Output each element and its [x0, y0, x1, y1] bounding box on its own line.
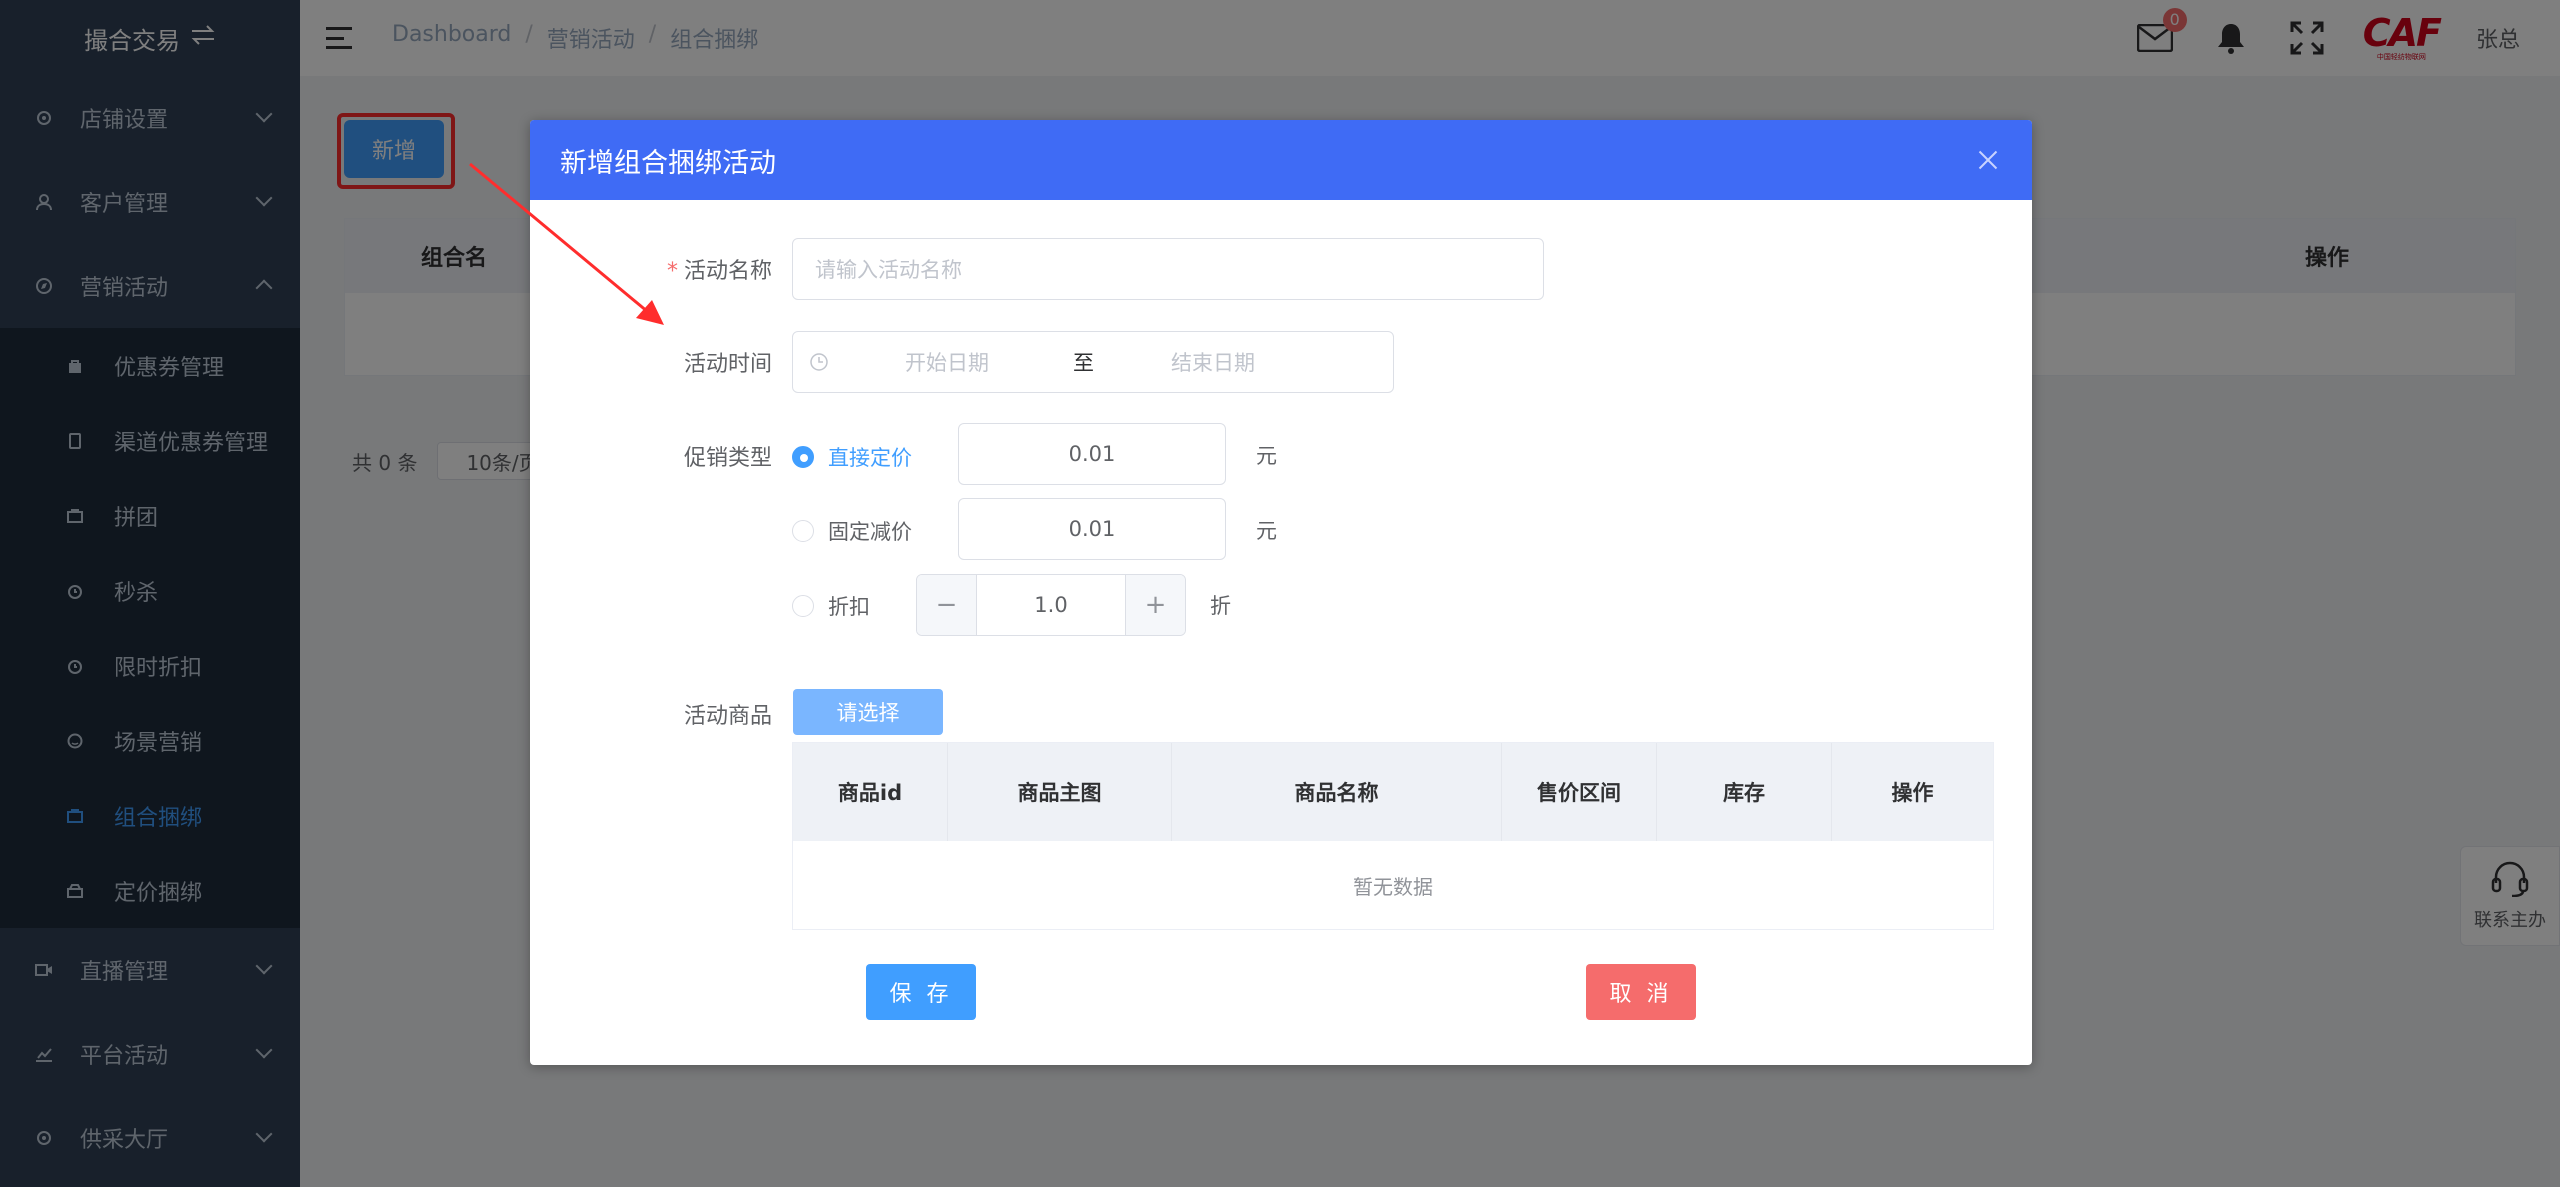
decrement-button[interactable]: −	[917, 575, 977, 635]
activity-time-label: 活动时间	[683, 352, 772, 377]
radio-direct-price[interactable]: 直接定价	[792, 442, 912, 472]
required-mark: *	[666, 259, 678, 284]
select-goods-button[interactable]: 请选择	[793, 689, 943, 735]
cancel-button[interactable]: 取 消	[1586, 964, 1696, 1020]
radio-button[interactable]	[792, 595, 814, 617]
radio-label: 固定减价	[828, 520, 912, 544]
goods-table: 商品id 商品主图 商品名称 售价区间 库存 操作 暂无数据	[792, 742, 1994, 930]
radio-button[interactable]	[792, 446, 814, 468]
unit-label: 折	[1210, 594, 1231, 618]
radio-discount[interactable]: 折扣	[792, 591, 870, 621]
range-separator: 至	[1073, 351, 1094, 375]
promo-type-label: 促销类型	[683, 446, 772, 471]
dialog-header: 新增组合捆绑活动	[530, 120, 2032, 200]
activity-name-label-text: 活动名称	[683, 259, 772, 284]
add-bundle-dialog: 新增组合捆绑活动 * 活动名称 请输入活动名称 活动时间 开始日期 至 结束日期 …	[530, 120, 2032, 1065]
empty-state: 暂无数据	[1353, 874, 1433, 899]
dialog-title: 新增组合捆绑活动	[560, 147, 776, 179]
unit-label: 元	[1256, 444, 1277, 468]
column-header-image: 商品主图	[948, 743, 1172, 841]
discount-stepper: − 1.0 +	[916, 574, 1186, 636]
activity-date-range[interactable]: 开始日期 至 结束日期	[792, 331, 1394, 393]
goods-label: 活动商品	[683, 704, 772, 729]
start-date-input[interactable]: 开始日期	[905, 347, 989, 377]
radio-label: 直接定价	[828, 446, 912, 470]
radio-fixed-reduction[interactable]: 固定减价	[792, 516, 912, 546]
close-icon[interactable]	[1978, 150, 1998, 170]
goods-table-header: 商品id 商品主图 商品名称 售价区间 库存 操作	[793, 743, 1993, 841]
increment-button[interactable]: +	[1125, 575, 1185, 635]
column-header-stock: 库存	[1657, 743, 1832, 841]
save-button[interactable]: 保 存	[866, 964, 976, 1020]
end-date-input[interactable]: 结束日期	[1171, 347, 1255, 377]
column-header-price-range: 售价区间	[1502, 743, 1657, 841]
direct-price-input[interactable]: 0.01	[958, 423, 1226, 485]
column-header-id: 商品id	[793, 743, 948, 841]
unit-label: 元	[1256, 519, 1277, 543]
column-header-name: 商品名称	[1172, 743, 1502, 841]
radio-button[interactable]	[792, 520, 814, 542]
discount-value[interactable]: 1.0	[977, 575, 1125, 635]
fixed-reduction-input[interactable]: 0.01	[958, 498, 1226, 560]
column-header-actions: 操作	[1891, 781, 1934, 805]
clock-icon	[809, 352, 829, 377]
radio-label: 折扣	[828, 595, 870, 619]
activity-name-input[interactable]: 请输入活动名称	[792, 238, 1544, 300]
activity-name-label: * 活动名称	[592, 253, 772, 285]
